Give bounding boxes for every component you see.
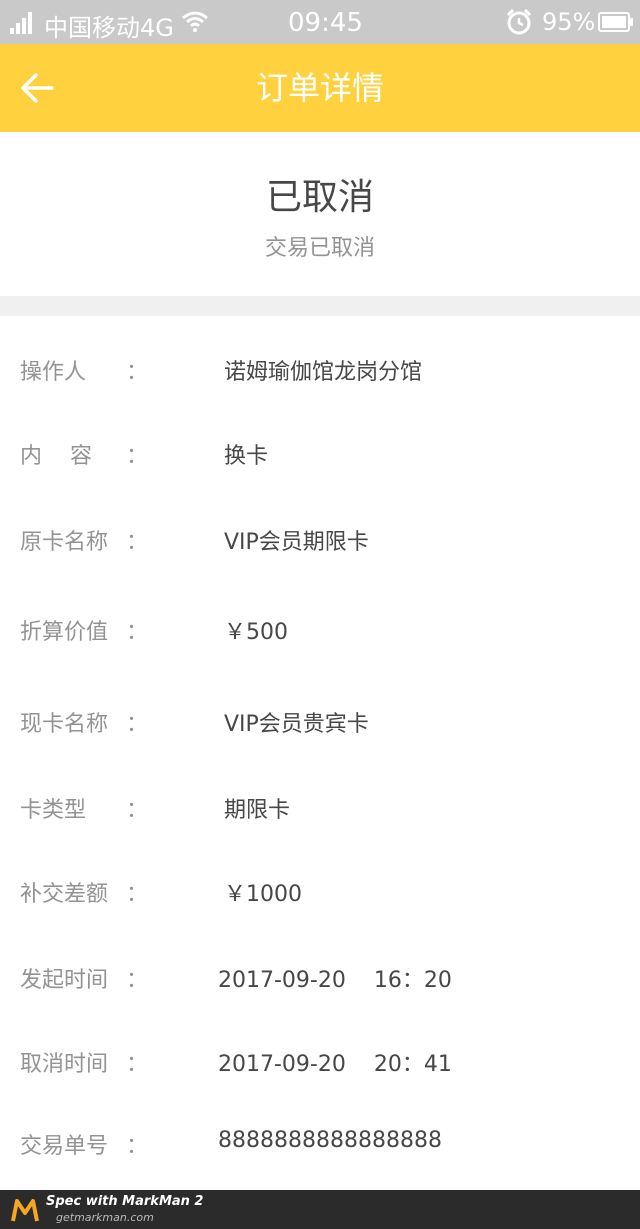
detail-row-converted-value: 折算价值 ： ￥500	[0, 610, 640, 650]
detail-label: 现卡名称	[20, 712, 109, 737]
order-status-section: 已取消 交易已取消	[0, 132, 640, 296]
detail-row-original-card: 原卡名称 ： VIP会员期限卡	[0, 520, 640, 560]
detail-value: ￥500	[224, 620, 288, 645]
detail-value: 8888888888888888	[218, 1128, 442, 1153]
alarm-icon	[506, 9, 532, 35]
detail-row-current-card: 现卡名称 ： VIP会员贵宾卡	[0, 702, 640, 742]
detail-label: 发起时间	[20, 968, 109, 993]
detail-colon: ：	[126, 360, 149, 385]
detail-row-content: 内容 ： 换卡	[0, 434, 640, 474]
detail-row-card-type: 卡类型 ： 期限卡	[0, 788, 640, 828]
battery-percent: 95%	[542, 8, 596, 36]
footer-title: Spec with MarkMan 2	[46, 1194, 204, 1209]
detail-value: 2017-09-20 20：41	[218, 1052, 452, 1077]
detail-label: 取消时间	[20, 1052, 109, 1077]
detail-label: 原卡名称	[20, 530, 109, 555]
detail-colon: ：	[126, 712, 149, 737]
detail-row-operator: 操作人 ： 诺姆瑜伽馆龙岗分馆	[0, 350, 640, 390]
detail-label: 折算价值	[20, 620, 109, 645]
detail-row-difference: 补交差额 ： ￥1000	[0, 872, 640, 912]
detail-label: 操作人	[20, 360, 87, 385]
detail-label: 补交差额	[20, 882, 109, 907]
detail-label: 内容	[20, 444, 121, 469]
signal-icon	[10, 12, 32, 34]
detail-row-order-number: 交易单号 ： 8888888888888888	[0, 1124, 640, 1164]
markman-logo-icon	[11, 1199, 39, 1222]
detail-label: 交易单号	[20, 1134, 109, 1159]
detail-colon: ：	[126, 620, 149, 645]
detail-colon: ：	[126, 882, 149, 907]
detail-label: 卡类型	[20, 798, 87, 823]
detail-value: 期限卡	[224, 798, 291, 823]
detail-colon: ：	[126, 1052, 149, 1077]
detail-colon: ：	[126, 444, 149, 469]
clock-time: 09:45	[288, 8, 363, 38]
detail-value: 2017-09-20 16：20	[218, 968, 452, 993]
detail-colon: ：	[126, 1134, 149, 1159]
detail-value: 诺姆瑜伽馆龙岗分馆	[224, 360, 423, 385]
battery-icon	[598, 12, 633, 32]
detail-colon: ：	[126, 798, 149, 823]
order-status-main: 已取消	[265, 177, 374, 218]
footer-url: getmarkman.com	[56, 1211, 154, 1224]
detail-row-cancel-time: 取消时间 ： 2017-09-20 20：41	[0, 1042, 640, 1082]
page-title: 订单详情	[255, 69, 384, 107]
carrier-name: 中国移动4G	[44, 14, 174, 42]
detail-row-start-time: 发起时间 ： 2017-09-20 16：20	[0, 958, 640, 998]
nav-bar: 订单详情	[0, 44, 640, 132]
order-status-sub: 交易已取消	[264, 236, 375, 261]
detail-value: VIP会员贵宾卡	[224, 712, 369, 737]
detail-value: 换卡	[224, 444, 269, 469]
detail-value: ￥1000	[224, 882, 302, 907]
markman-footer: Spec with MarkMan 2 getmarkman.com	[0, 1190, 640, 1229]
detail-value: VIP会员期限卡	[224, 530, 369, 555]
section-divider	[0, 296, 640, 316]
detail-colon: ：	[126, 530, 149, 555]
status-bar: 中国移动4G 09:45 95%	[0, 0, 640, 44]
detail-colon: ：	[126, 968, 149, 993]
wifi-icon	[182, 11, 208, 32]
